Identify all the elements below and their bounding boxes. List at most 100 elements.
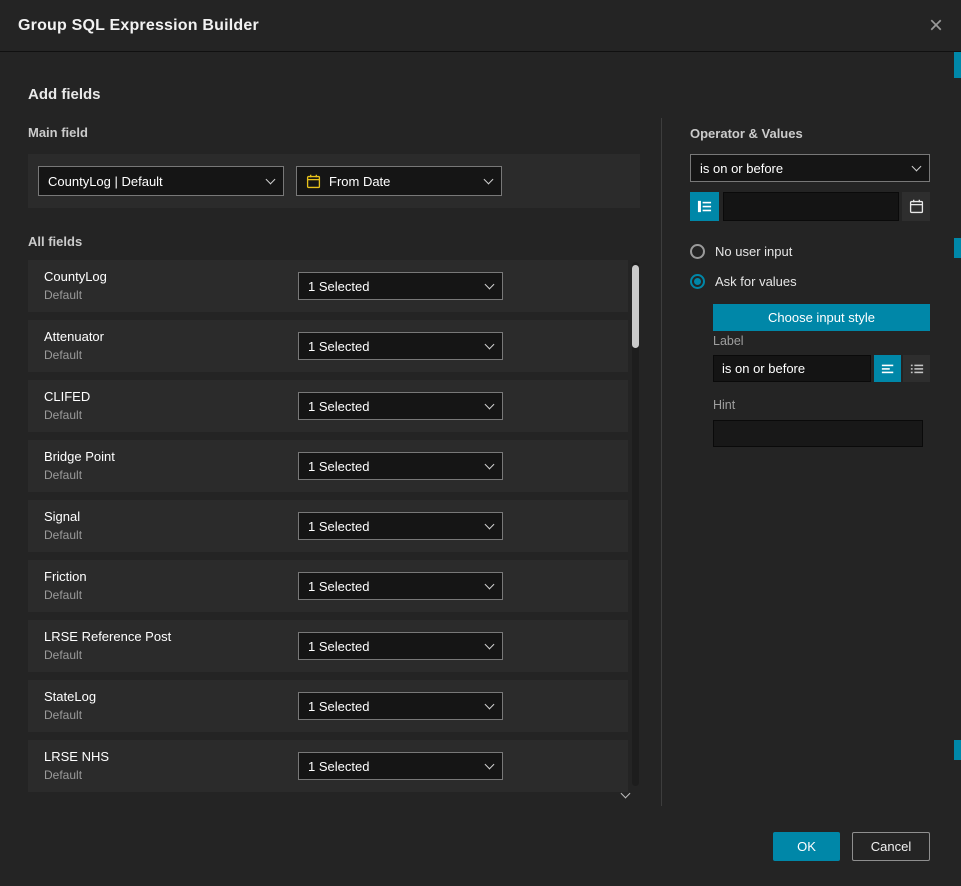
- field-row: CLIFED Default 1 Selected: [28, 380, 628, 432]
- main-layer-select[interactable]: CountyLog | Default: [38, 166, 284, 196]
- all-fields-list: CountyLog Default 1 Selected Attenuator …: [28, 260, 628, 800]
- main-layer-select-value: CountyLog | Default: [48, 174, 163, 189]
- chevron-down-icon: [484, 175, 494, 185]
- field-row: LRSE Reference Post Default 1 Selected: [28, 620, 628, 672]
- hint-caption: Hint: [713, 398, 735, 412]
- chevron-down-icon: [485, 400, 495, 410]
- field-values-select-value: 1 Selected: [308, 279, 369, 294]
- field-values-select[interactable]: 1 Selected: [298, 512, 503, 540]
- dialog-titlebar: Group SQL Expression Builder ×: [0, 0, 961, 52]
- operator-values-title: Operator & Values: [690, 126, 803, 141]
- main-date-field-value: From Date: [329, 174, 390, 189]
- hint-input[interactable]: [713, 420, 923, 447]
- choose-input-style-button[interactable]: Choose input style: [713, 304, 930, 331]
- field-values-select[interactable]: 1 Selected: [298, 332, 503, 360]
- scrollbar-marker: [954, 740, 961, 760]
- chevron-down-icon: [485, 520, 495, 530]
- chevron-down-icon: [485, 580, 495, 590]
- align-left-icon: [881, 362, 895, 376]
- value-input[interactable]: [723, 192, 899, 221]
- field-name: Signal: [44, 509, 80, 524]
- field-values-select-value: 1 Selected: [308, 519, 369, 534]
- field-name: CountyLog: [44, 269, 107, 284]
- scrollbar-marker: [954, 238, 961, 258]
- field-values-select-value: 1 Selected: [308, 579, 369, 594]
- field-sublabel: Default: [44, 768, 82, 782]
- group-sql-expression-builder-dialog: Group SQL Expression Builder × Add field…: [0, 0, 961, 886]
- all-fields-label: All fields: [28, 234, 82, 249]
- field-list-icon: [697, 199, 712, 214]
- field-values-select[interactable]: 1 Selected: [298, 692, 503, 720]
- field-values-select-value: 1 Selected: [308, 459, 369, 474]
- chevron-down-icon: [485, 760, 495, 770]
- chevron-down-icon: [485, 460, 495, 470]
- main-field-panel: CountyLog | Default From Date: [28, 154, 640, 208]
- list-icon: [910, 362, 924, 376]
- field-values-select[interactable]: 1 Selected: [298, 272, 503, 300]
- field-sublabel: Default: [44, 468, 82, 482]
- field-values-select-value: 1 Selected: [308, 399, 369, 414]
- field-values-select-value: 1 Selected: [308, 339, 369, 354]
- field-sublabel: Default: [44, 288, 82, 302]
- field-name: StateLog: [44, 689, 96, 704]
- field-values-select-value: 1 Selected: [308, 639, 369, 654]
- dialog-title: Group SQL Expression Builder: [18, 17, 259, 35]
- chevron-down-icon: [485, 700, 495, 710]
- field-values-select[interactable]: 1 Selected: [298, 632, 503, 660]
- operator-select[interactable]: is on or before: [690, 154, 930, 182]
- field-values-select-value: 1 Selected: [308, 759, 369, 774]
- radio-label: No user input: [715, 244, 792, 259]
- chevron-down-icon: [266, 175, 276, 185]
- field-sublabel: Default: [44, 348, 82, 362]
- field-name: Attenuator: [44, 329, 104, 344]
- section-title-add-fields: Add fields: [28, 86, 101, 103]
- chevron-down-icon: [485, 640, 495, 650]
- field-values-select[interactable]: 1 Selected: [298, 572, 503, 600]
- radio-ask-for-values[interactable]: Ask for values: [690, 274, 797, 289]
- calendar-icon: [909, 199, 924, 214]
- field-sublabel: Default: [44, 528, 82, 542]
- field-values-button[interactable]: [690, 192, 719, 221]
- field-row: CountyLog Default 1 Selected: [28, 260, 628, 312]
- scrollbar-marker: [954, 52, 961, 78]
- field-row: StateLog Default 1 Selected: [28, 680, 628, 732]
- main-field-label: Main field: [28, 125, 88, 140]
- cancel-button[interactable]: Cancel: [852, 832, 930, 861]
- field-row: Attenuator Default 1 Selected: [28, 320, 628, 372]
- radio-circle-icon: [690, 244, 705, 259]
- calendar-icon: [306, 174, 321, 189]
- field-sublabel: Default: [44, 588, 82, 602]
- field-values-select[interactable]: 1 Selected: [298, 752, 503, 780]
- field-name: CLIFED: [44, 389, 90, 404]
- field-sublabel: Default: [44, 708, 82, 722]
- field-values-select[interactable]: 1 Selected: [298, 452, 503, 480]
- label-input[interactable]: [713, 355, 871, 382]
- chevron-down-icon: [912, 162, 922, 172]
- chevron-down-icon: [485, 340, 495, 350]
- field-values-select-value: 1 Selected: [308, 699, 369, 714]
- operator-select-value: is on or before: [700, 161, 783, 176]
- field-row: Friction Default 1 Selected: [28, 560, 628, 612]
- field-values-select[interactable]: 1 Selected: [298, 392, 503, 420]
- field-name: Bridge Point: [44, 449, 115, 464]
- list-scrollbar-track[interactable]: [632, 262, 639, 786]
- ok-button[interactable]: OK: [773, 832, 840, 861]
- field-name: Friction: [44, 569, 87, 584]
- close-icon[interactable]: ×: [929, 14, 943, 38]
- date-picker-button[interactable]: [902, 192, 930, 221]
- single-value-style-button[interactable]: [874, 355, 901, 382]
- chevron-down-icon: [485, 280, 495, 290]
- radio-no-user-input[interactable]: No user input: [690, 244, 792, 259]
- field-name: LRSE Reference Post: [44, 629, 171, 644]
- list-scrollbar-thumb[interactable]: [632, 265, 639, 348]
- field-row: Signal Default 1 Selected: [28, 500, 628, 552]
- scroll-more-chevron-icon[interactable]: [622, 790, 634, 802]
- field-row: Bridge Point Default 1 Selected: [28, 440, 628, 492]
- field-sublabel: Default: [44, 408, 82, 422]
- radio-label: Ask for values: [715, 274, 797, 289]
- field-sublabel: Default: [44, 648, 82, 662]
- column-divider: [661, 118, 662, 806]
- field-name: LRSE NHS: [44, 749, 109, 764]
- main-date-field-select[interactable]: From Date: [296, 166, 502, 196]
- list-style-button[interactable]: [903, 355, 930, 382]
